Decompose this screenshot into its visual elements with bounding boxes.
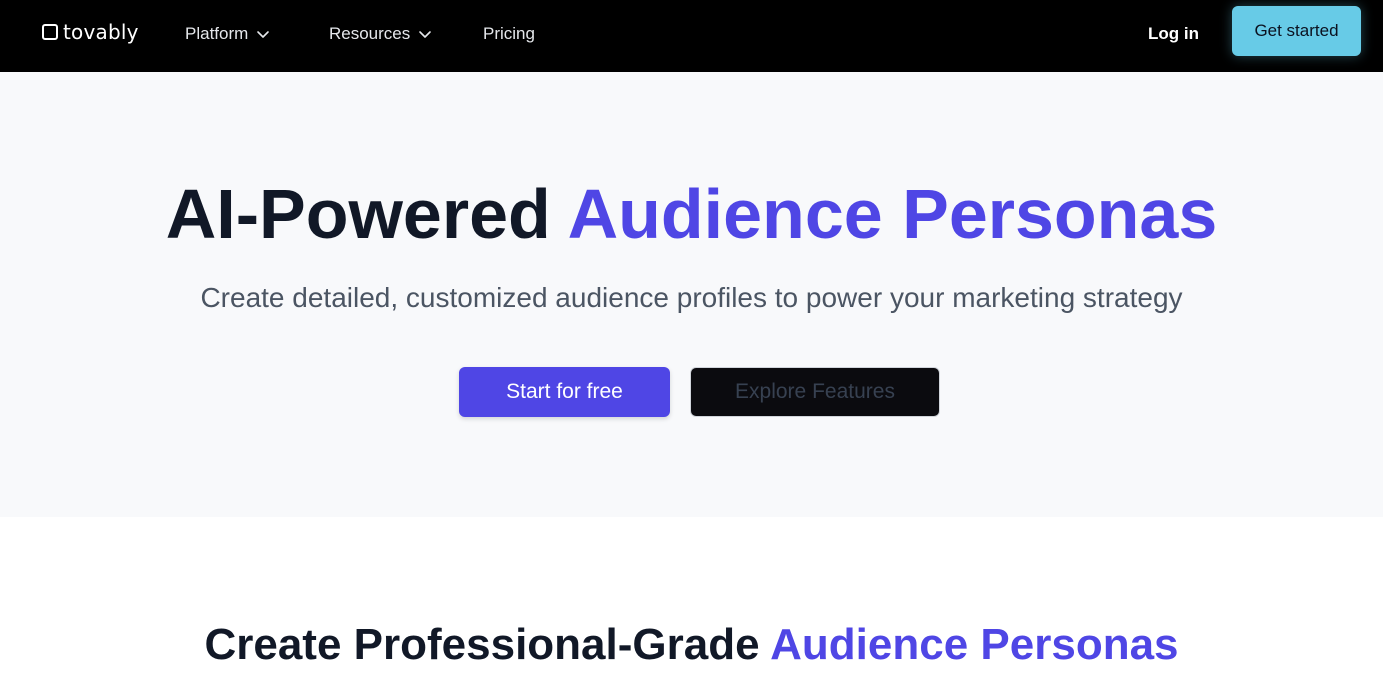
- hero-title: AI-Powered Audience Personas: [0, 172, 1383, 256]
- explore-features-button[interactable]: Explore Features: [690, 367, 940, 417]
- nav-resources-label: Resources: [329, 24, 411, 43]
- section-title-main: Create Professional-Grade: [204, 620, 771, 669]
- get-started-button[interactable]: Get started: [1232, 6, 1361, 56]
- brand-name: tovably: [63, 20, 139, 44]
- chevron-down-icon: [418, 27, 432, 41]
- section-title: Create Professional-Grade Audience Perso…: [0, 618, 1383, 672]
- login-link[interactable]: Log in: [1148, 20, 1199, 48]
- hero-title-main: AI-Powered: [165, 175, 568, 253]
- nav-platform-label: Platform: [185, 24, 249, 43]
- section-title-accent: Audience Personas: [770, 620, 1179, 669]
- hero-subtitle: Create detailed, customized audience pro…: [200, 282, 1183, 313]
- square-logo-icon: [42, 24, 58, 40]
- nav-pricing[interactable]: Pricing: [483, 20, 535, 48]
- brand-logo[interactable]: tovably: [42, 17, 139, 47]
- hero-section: AI-Powered Audience Personas Create deta…: [0, 72, 1383, 517]
- nav-pricing-label: Pricing: [483, 24, 535, 43]
- nav-platform[interactable]: Platform: [185, 20, 270, 48]
- start-for-free-button[interactable]: Start for free: [459, 367, 670, 417]
- nav-resources[interactable]: Resources: [329, 20, 432, 48]
- chevron-down-icon: [256, 27, 270, 41]
- hero-title-accent: Audience Personas: [567, 175, 1218, 253]
- top-navbar: tovably Platform Resources Pricing Log i…: [0, 0, 1383, 72]
